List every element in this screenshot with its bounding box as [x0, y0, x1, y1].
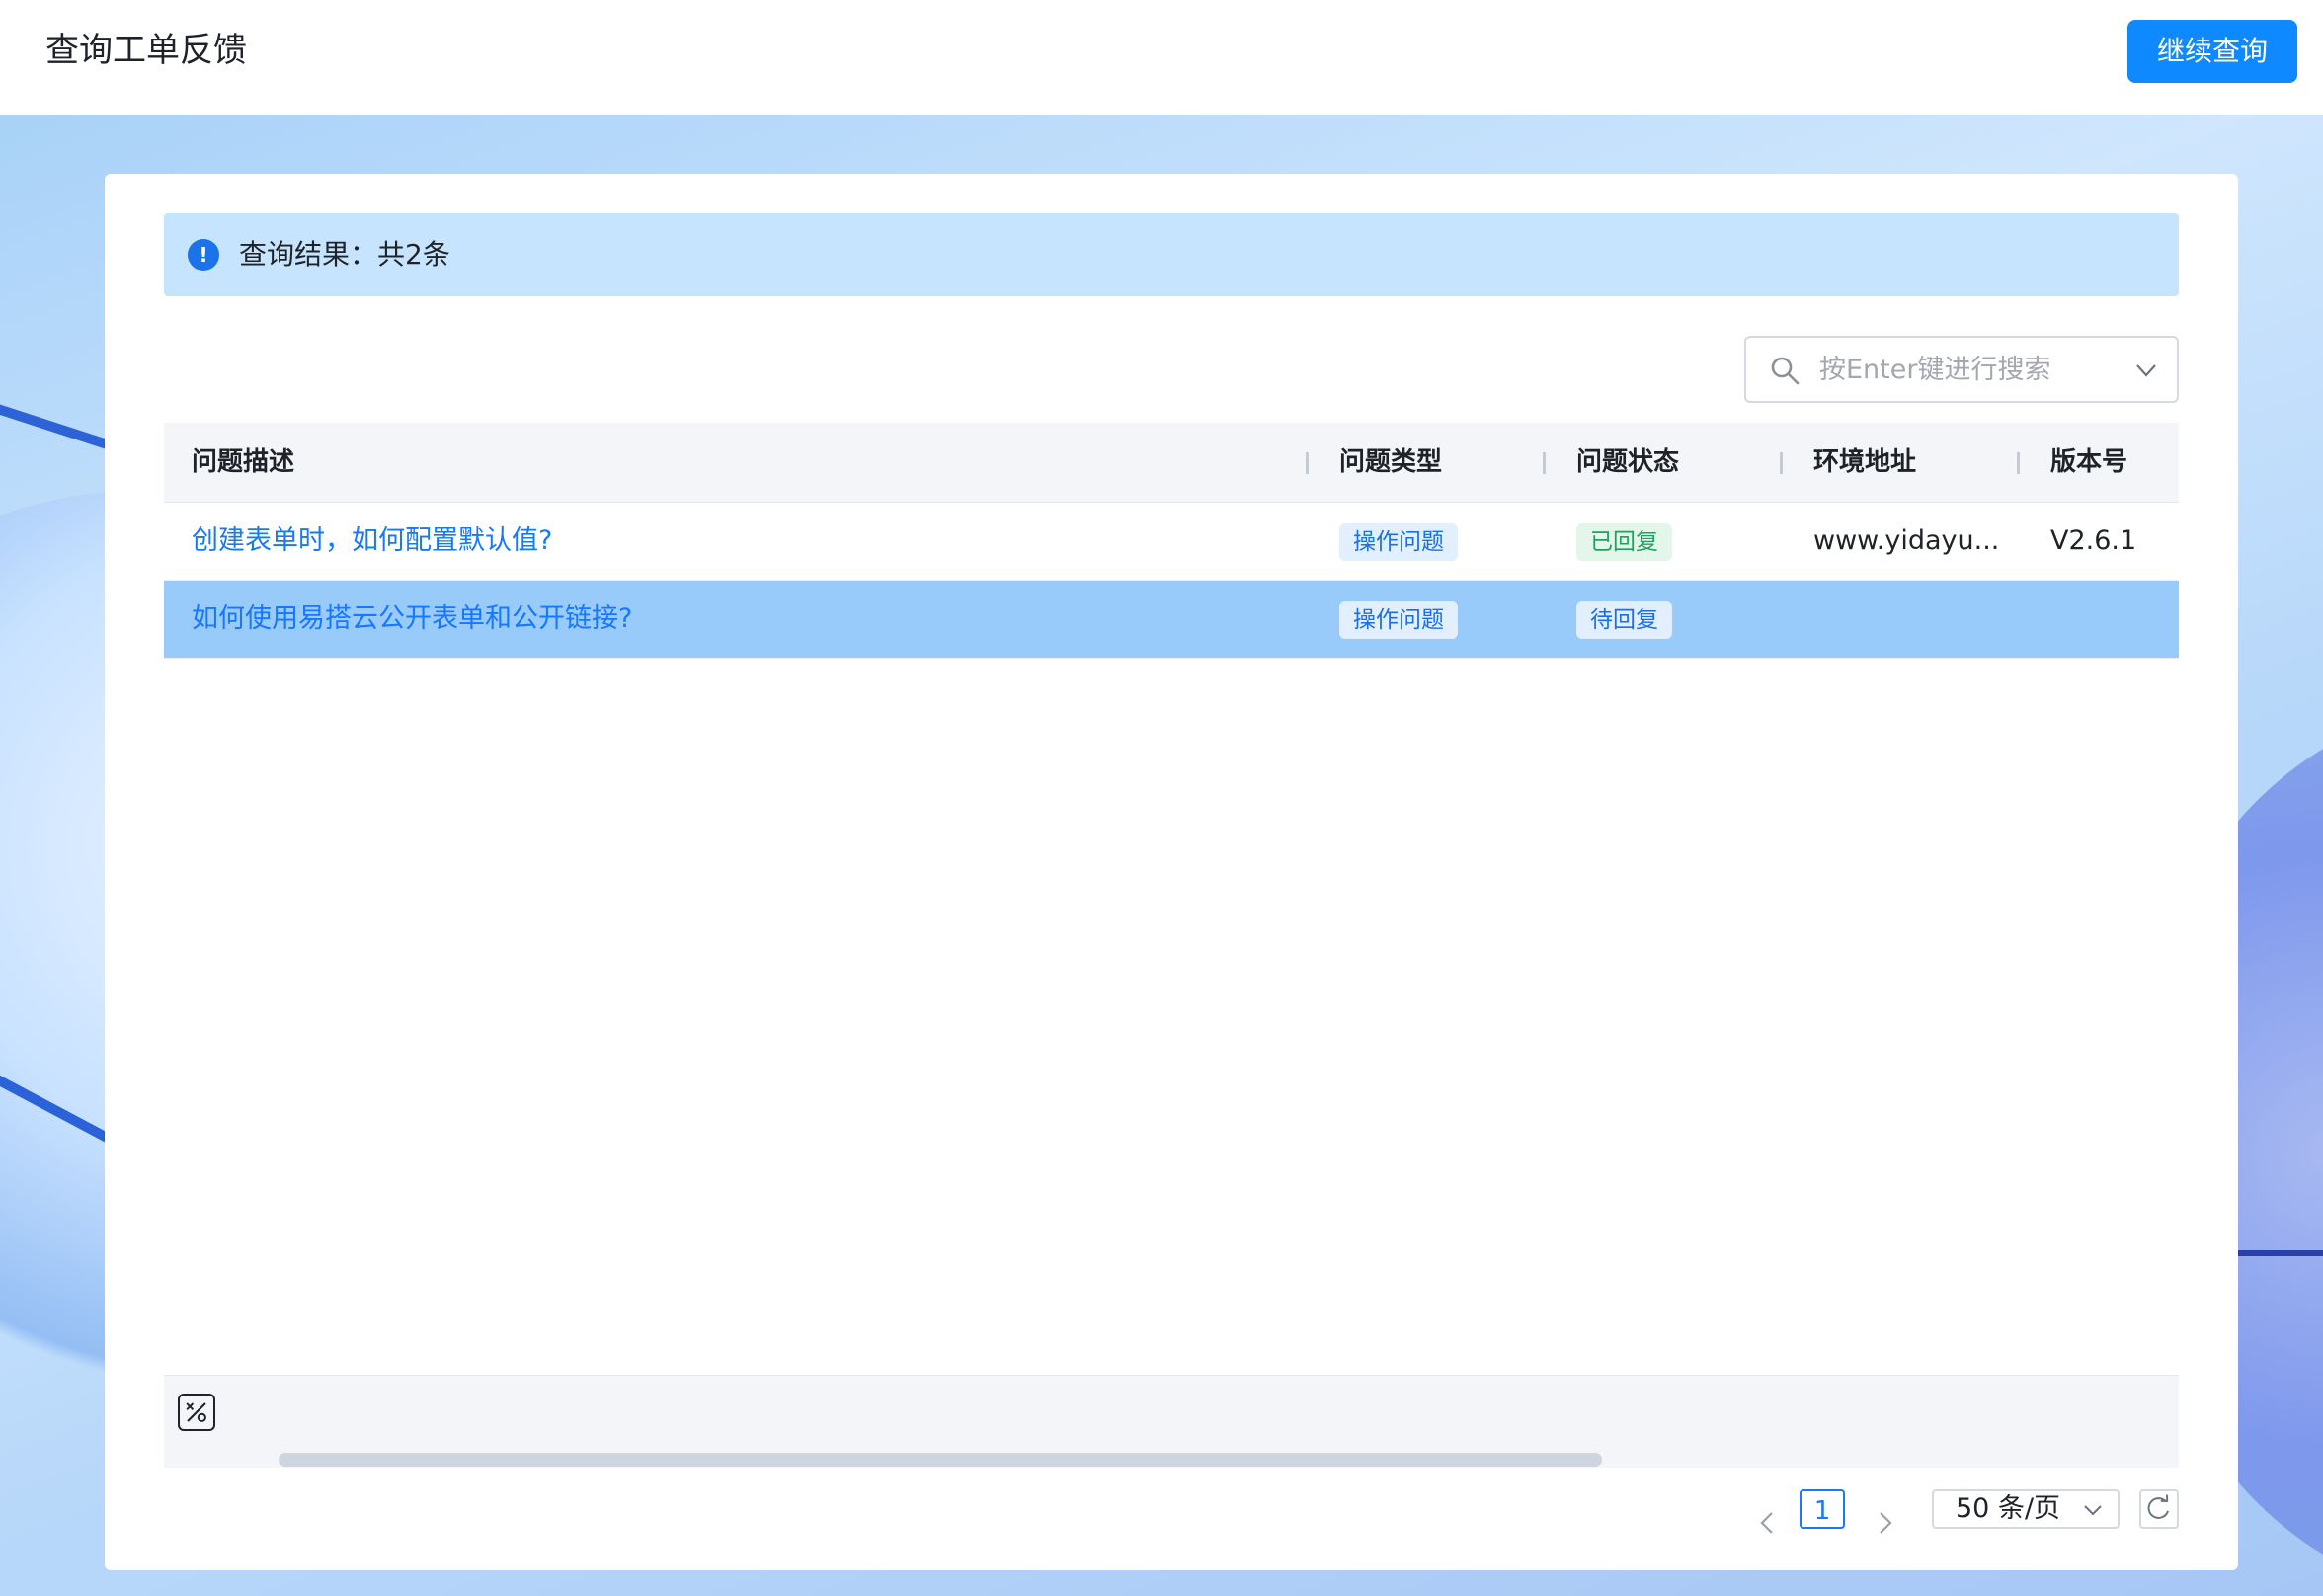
column-resize-handle[interactable]: [1780, 452, 1783, 474]
status-badge: 已回复: [1576, 522, 1672, 561]
continue-query-button[interactable]: 继续查询: [2127, 20, 2297, 83]
ticket-description-link[interactable]: 创建表单时，如何配置默认值?: [192, 503, 1278, 580]
column-header-env[interactable]: 环境地址: [1813, 423, 1916, 502]
top-header: 查询工单反馈 继续查询: [0, 0, 2323, 115]
table-row[interactable]: 如何使用易搭云公开表单和公开链接? 操作问题 待回复: [164, 581, 2179, 659]
column-resize-handle[interactable]: [1306, 452, 1309, 474]
version-number: [2050, 581, 2169, 658]
search-input[interactable]: [1819, 346, 2116, 393]
search-icon: [1771, 357, 1800, 385]
env-address: www.yidayu...: [1813, 525, 2000, 556]
column-header-type[interactable]: 问题类型: [1339, 423, 1442, 502]
percent-formula-icon[interactable]: [178, 1394, 215, 1431]
ticket-description-link[interactable]: 如何使用易搭云公开表单和公开链接?: [192, 581, 1278, 658]
info-icon: !: [188, 239, 219, 271]
page-size-select[interactable]: 50 条/页: [1932, 1489, 2120, 1529]
page-number-current[interactable]: 1: [1800, 1489, 1845, 1529]
page-size-label: 50 条/页: [1956, 1493, 2061, 1524]
chevron-right-icon[interactable]: [1867, 1505, 1902, 1541]
result-card: ! 查询结果：共2条 问题描述 问题类型 问题状态 环境地址 版本号 创建表单时…: [105, 174, 2238, 1570]
status-badge: 待回复: [1576, 600, 1672, 639]
chevron-left-icon[interactable]: [1750, 1505, 1786, 1541]
chevron-down-icon[interactable]: [2133, 358, 2159, 383]
chevron-down-icon: [2084, 1505, 2102, 1516]
column-header-status[interactable]: 问题状态: [1576, 423, 1679, 502]
type-tag: 操作问题: [1339, 522, 1458, 561]
column-resize-handle[interactable]: [1543, 452, 1546, 474]
result-count-text: 查询结果：共2条: [239, 238, 450, 271]
env-address: [1813, 581, 2011, 658]
result-notice: ! 查询结果：共2条: [164, 213, 2179, 296]
refresh-icon: [2147, 1494, 2169, 1519]
search-box[interactable]: [1744, 336, 2179, 403]
scrollbar-thumb[interactable]: [279, 1453, 1602, 1467]
type-tag: 操作问题: [1339, 600, 1458, 639]
column-header-version[interactable]: 版本号: [2050, 423, 2127, 502]
refresh-button[interactable]: [2139, 1489, 2179, 1529]
table-header: 问题描述 问题类型 问题状态 环境地址 版本号: [164, 423, 2179, 503]
table-footer-bar: [164, 1375, 2179, 1451]
ticket-table: 问题描述 问题类型 问题状态 环境地址 版本号 创建表单时，如何配置默认值? 操…: [164, 423, 2179, 659]
table-row[interactable]: 创建表单时，如何配置默认值? 操作问题 已回复 www.yidayu... V2…: [164, 503, 2179, 581]
version-number: V2.6.1: [2050, 525, 2137, 556]
column-resize-handle[interactable]: [2017, 452, 2020, 474]
column-header-description[interactable]: 问题描述: [192, 423, 294, 502]
page-title: 查询工单反馈: [45, 31, 247, 70]
